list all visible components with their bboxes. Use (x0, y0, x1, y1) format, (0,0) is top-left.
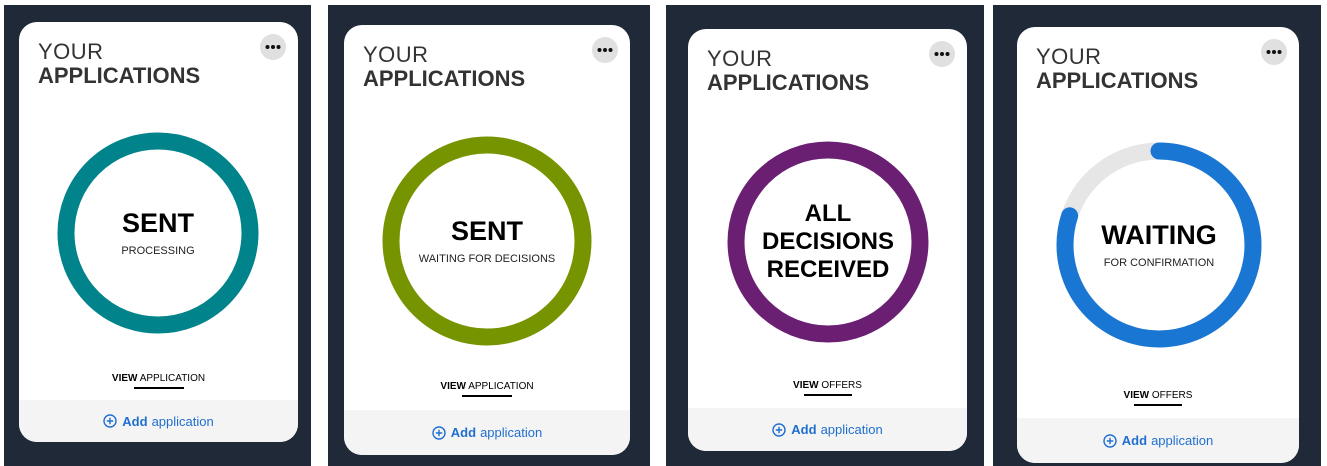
status-line-1: ALL (804, 200, 852, 227)
status-ring-text: ALL DECISIONS RECEIVED (727, 141, 929, 343)
card-title-line1: YOUR (1036, 44, 1102, 69)
panel-4: YOUR APPLICATIONS WAITING FOR CONFIRMATI… (993, 5, 1321, 466)
application-card-1: YOUR APPLICATIONS SENT PROCESSING VIEW A… (19, 22, 298, 442)
application-card-4: YOUR APPLICATIONS WAITING FOR CONFIRMATI… (1017, 27, 1299, 463)
view-link-rest: OFFERS (821, 380, 862, 391)
status-ring-text: SENT PROCESSING (57, 132, 259, 334)
add-label-bold: Add (450, 425, 477, 440)
status-subtitle: PROCESSING (121, 245, 195, 257)
application-card-3: YOUR APPLICATIONS ALL DECISIONS RECEIVED… (688, 29, 967, 451)
card-title-line1: YOUR (38, 39, 104, 64)
view-link-underline (1134, 404, 1182, 406)
view-link-underline (133, 387, 184, 389)
view-link-bold: VIEW (440, 381, 466, 392)
more-horizontal-icon (934, 52, 950, 56)
add-label-bold: Add (1121, 433, 1148, 448)
status-line-3: RECEIVED (766, 256, 890, 283)
application-card-2: YOUR APPLICATIONS SENT WAITING FOR DECIS… (344, 25, 630, 455)
card-title-line2: APPLICATIONS (1036, 68, 1199, 93)
view-application-link[interactable]: VIEW APPLICATION (344, 381, 630, 397)
add-application-button[interactable]: Add application (688, 408, 967, 451)
status-line-2: DECISIONS (761, 228, 895, 255)
status-subtitle: WAITING FOR DECISIONS (418, 253, 556, 265)
card-title-line2: APPLICATIONS (707, 70, 870, 95)
card-title-line1: YOUR (363, 42, 429, 67)
panel-1: YOUR APPLICATIONS SENT PROCESSING VIEW A… (4, 5, 311, 466)
view-link-bold: VIEW (1123, 390, 1150, 401)
panel-2: YOUR APPLICATIONS SENT WAITING FOR DECIS… (328, 5, 650, 466)
more-horizontal-icon (597, 48, 613, 52)
plus-circle-icon (1103, 433, 1117, 448)
more-horizontal-icon (265, 45, 281, 49)
more-options-button[interactable] (1261, 39, 1287, 65)
view-link-underline (462, 395, 512, 397)
more-options-button[interactable] (260, 34, 286, 60)
add-label-rest: application (820, 422, 883, 437)
plus-circle-icon (103, 414, 117, 428)
view-link-bold: VIEW (111, 373, 138, 384)
panel-3: YOUR APPLICATIONS ALL DECISIONS RECEIVED… (666, 5, 984, 466)
more-options-button[interactable] (929, 41, 955, 67)
view-link-rest: APPLICATION (139, 373, 206, 384)
status-label: SENT (450, 216, 523, 246)
status-label: SENT (121, 208, 194, 238)
view-link-rest: APPLICATION (468, 381, 534, 392)
more-options-button[interactable] (592, 37, 618, 63)
view-application-link[interactable]: VIEW APPLICATION (19, 373, 298, 389)
card-title-line2: APPLICATIONS (38, 63, 201, 88)
status-ring-text: SENT WAITING FOR DECISIONS (382, 136, 592, 346)
card-title-line2: APPLICATIONS (363, 66, 526, 91)
view-link-bold: VIEW (793, 380, 819, 391)
card-title-line1: YOUR (707, 46, 773, 71)
add-label-bold: Add (791, 422, 817, 437)
view-link-rest: OFFERS (1151, 390, 1193, 401)
add-label-rest: application (1151, 433, 1214, 448)
status-label: WAITING (1101, 220, 1217, 250)
plus-circle-icon (772, 422, 786, 437)
more-horizontal-icon (1266, 50, 1282, 54)
view-link-underline (803, 394, 852, 396)
status-subtitle: FOR CONFIRMATION (1103, 257, 1215, 269)
view-offers-link[interactable]: VIEW OFFERS (688, 380, 967, 396)
plus-circle-icon (432, 425, 446, 440)
add-application-button[interactable]: Add application (344, 410, 630, 455)
add-application-button[interactable]: Add application (19, 400, 298, 442)
status-ring-text: WAITING FOR CONFIRMATION (1056, 142, 1262, 348)
view-offers-link[interactable]: VIEW OFFERS (1017, 390, 1299, 406)
add-label-bold: Add (122, 413, 148, 429)
add-label-rest: application (151, 413, 214, 429)
add-label-rest: application (480, 425, 543, 440)
add-application-button[interactable]: Add application (1017, 418, 1299, 463)
